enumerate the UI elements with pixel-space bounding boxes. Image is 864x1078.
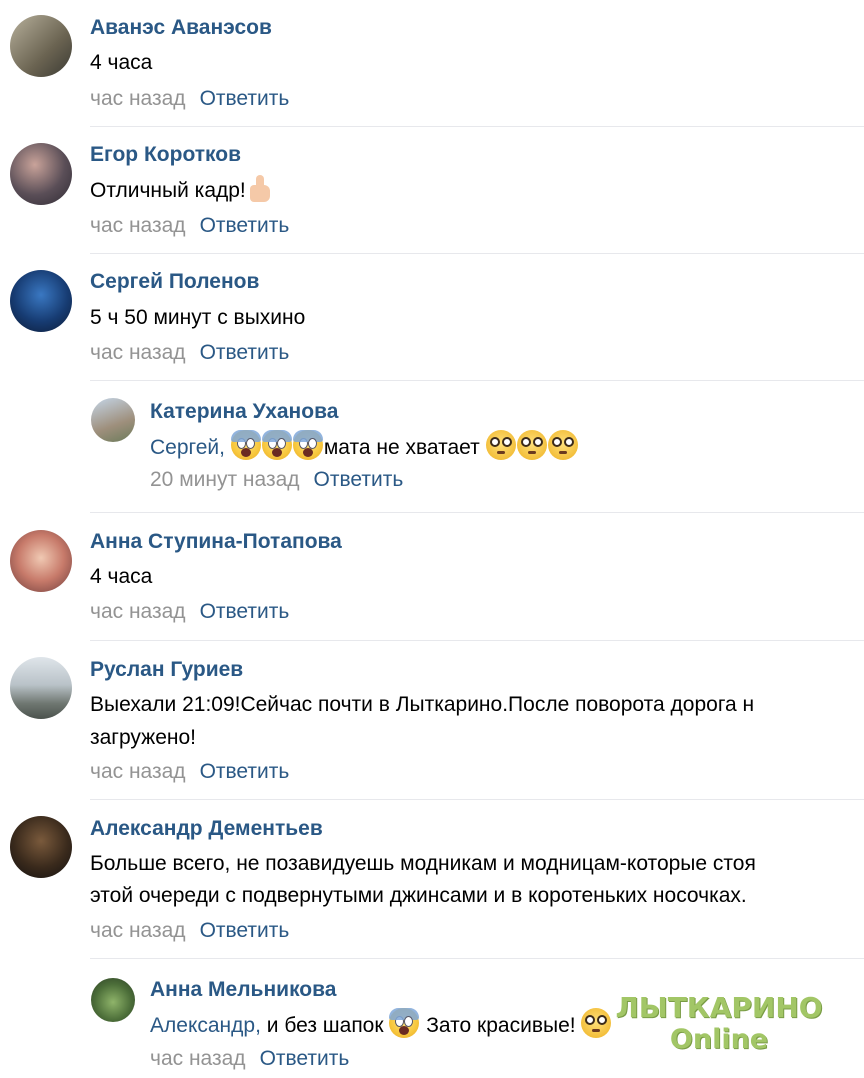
- comment-text: 4 часа: [90, 565, 153, 588]
- comment-text: Больше всего, не позавидуешь модникам и …: [90, 852, 756, 875]
- comment-time[interactable]: час назад: [90, 919, 186, 942]
- reply-link[interactable]: Ответить: [200, 919, 290, 942]
- avatar[interactable]: [10, 270, 72, 332]
- comment-text-content: Зато красивые!: [426, 1014, 576, 1037]
- flushed-emoji-icon: [516, 430, 547, 460]
- comment-meta: час назад Ответить: [90, 760, 289, 784]
- separator: [90, 512, 864, 513]
- comment-meta: 20 минут назад Ответить: [150, 468, 403, 492]
- scream-emoji-icon: [261, 430, 292, 460]
- separator: [90, 958, 864, 959]
- comment-text-content: и без шапок: [266, 1014, 384, 1037]
- avatar[interactable]: [10, 816, 72, 878]
- reply-link[interactable]: Ответить: [200, 87, 290, 110]
- watermark-logo: ЛЫТКАРИНО Online: [614, 992, 824, 1056]
- comment-time[interactable]: 20 минут назад: [150, 468, 300, 491]
- comment-text-content: Отличный кадр!: [90, 179, 246, 202]
- comment-text-content: мата не хватает: [323, 436, 480, 459]
- scream-emoji-icon: [292, 430, 323, 460]
- comment-text: 4 часа: [90, 51, 153, 74]
- separator: [90, 253, 864, 254]
- comment-time[interactable]: час назад: [150, 1047, 246, 1070]
- comment-author[interactable]: Руслан Гуриев: [90, 658, 243, 682]
- comment-text: загружено!: [90, 726, 196, 749]
- mention-link[interactable]: Александр,: [150, 1014, 261, 1037]
- comment-text: Отличный кадр!: [90, 174, 272, 208]
- comment-text: этой очереди с подвернутыми джинсами и в…: [90, 884, 747, 907]
- avatar[interactable]: [10, 15, 72, 77]
- separator: [90, 799, 864, 800]
- reply-link[interactable]: Ответить: [200, 600, 290, 623]
- flushed-emoji-icon: [547, 430, 578, 460]
- avatar[interactable]: [91, 398, 135, 442]
- comment-meta: час назад Ответить: [90, 919, 289, 943]
- comment-text: Сергей, мата не хватает: [150, 430, 579, 465]
- reply-link[interactable]: Ответить: [200, 341, 290, 364]
- comment-time[interactable]: час назад: [90, 87, 186, 110]
- comment-meta: час назад Ответить: [90, 214, 289, 238]
- comment-time[interactable]: час назад: [90, 600, 186, 623]
- comment-author[interactable]: Анна Мельникова: [150, 978, 336, 1002]
- comment-text: 5 ч 50 минут с выхино: [90, 306, 306, 329]
- comment-time[interactable]: час назад: [90, 760, 186, 783]
- avatar[interactable]: [91, 978, 135, 1022]
- comment-meta: час назад Ответить: [90, 341, 289, 365]
- separator: [90, 126, 864, 127]
- comment-author[interactable]: Аванэс Аванэсов: [90, 16, 272, 40]
- reply-link[interactable]: Ответить: [260, 1047, 350, 1070]
- comment-meta: час назад Ответить: [90, 600, 289, 624]
- comment-text: Выехали 21:09!Сейчас почти в Лыткарино.П…: [90, 693, 755, 716]
- separator: [90, 380, 864, 381]
- mention-link[interactable]: Сергей,: [150, 436, 225, 459]
- comment-text: Александр, и без шапок Зато красивые!: [150, 1008, 612, 1043]
- reply-link[interactable]: Ответить: [200, 214, 290, 237]
- comment-author[interactable]: Егор Коротков: [90, 143, 241, 167]
- scream-emoji-icon: [230, 430, 261, 460]
- reply-link[interactable]: Ответить: [314, 468, 404, 491]
- comment-author[interactable]: Катерина Уханова: [150, 400, 338, 424]
- avatar[interactable]: [10, 530, 72, 592]
- reply-link[interactable]: Ответить: [200, 760, 290, 783]
- flushed-emoji-icon: [485, 430, 516, 460]
- scream-emoji-icon: [389, 1008, 420, 1038]
- separator: [90, 640, 864, 641]
- thumbs-up-icon: [246, 175, 272, 203]
- comment-time[interactable]: час назад: [90, 214, 186, 237]
- comment-meta: час назад Ответить: [90, 87, 289, 111]
- comment-author[interactable]: Александр Дементьев: [90, 817, 323, 841]
- avatar[interactable]: [10, 657, 72, 719]
- comment-meta: час назад Ответить: [150, 1047, 349, 1071]
- watermark-line2: Online: [669, 1024, 769, 1055]
- watermark-line1: ЛЫТКАРИНО: [615, 991, 823, 1024]
- comment-author[interactable]: Анна Ступина-Потапова: [90, 530, 342, 554]
- comment-time[interactable]: час назад: [90, 341, 186, 364]
- comment-author[interactable]: Сергей Поленов: [90, 270, 259, 294]
- smile-emoji-icon: [581, 1008, 612, 1038]
- avatar[interactable]: [10, 143, 72, 205]
